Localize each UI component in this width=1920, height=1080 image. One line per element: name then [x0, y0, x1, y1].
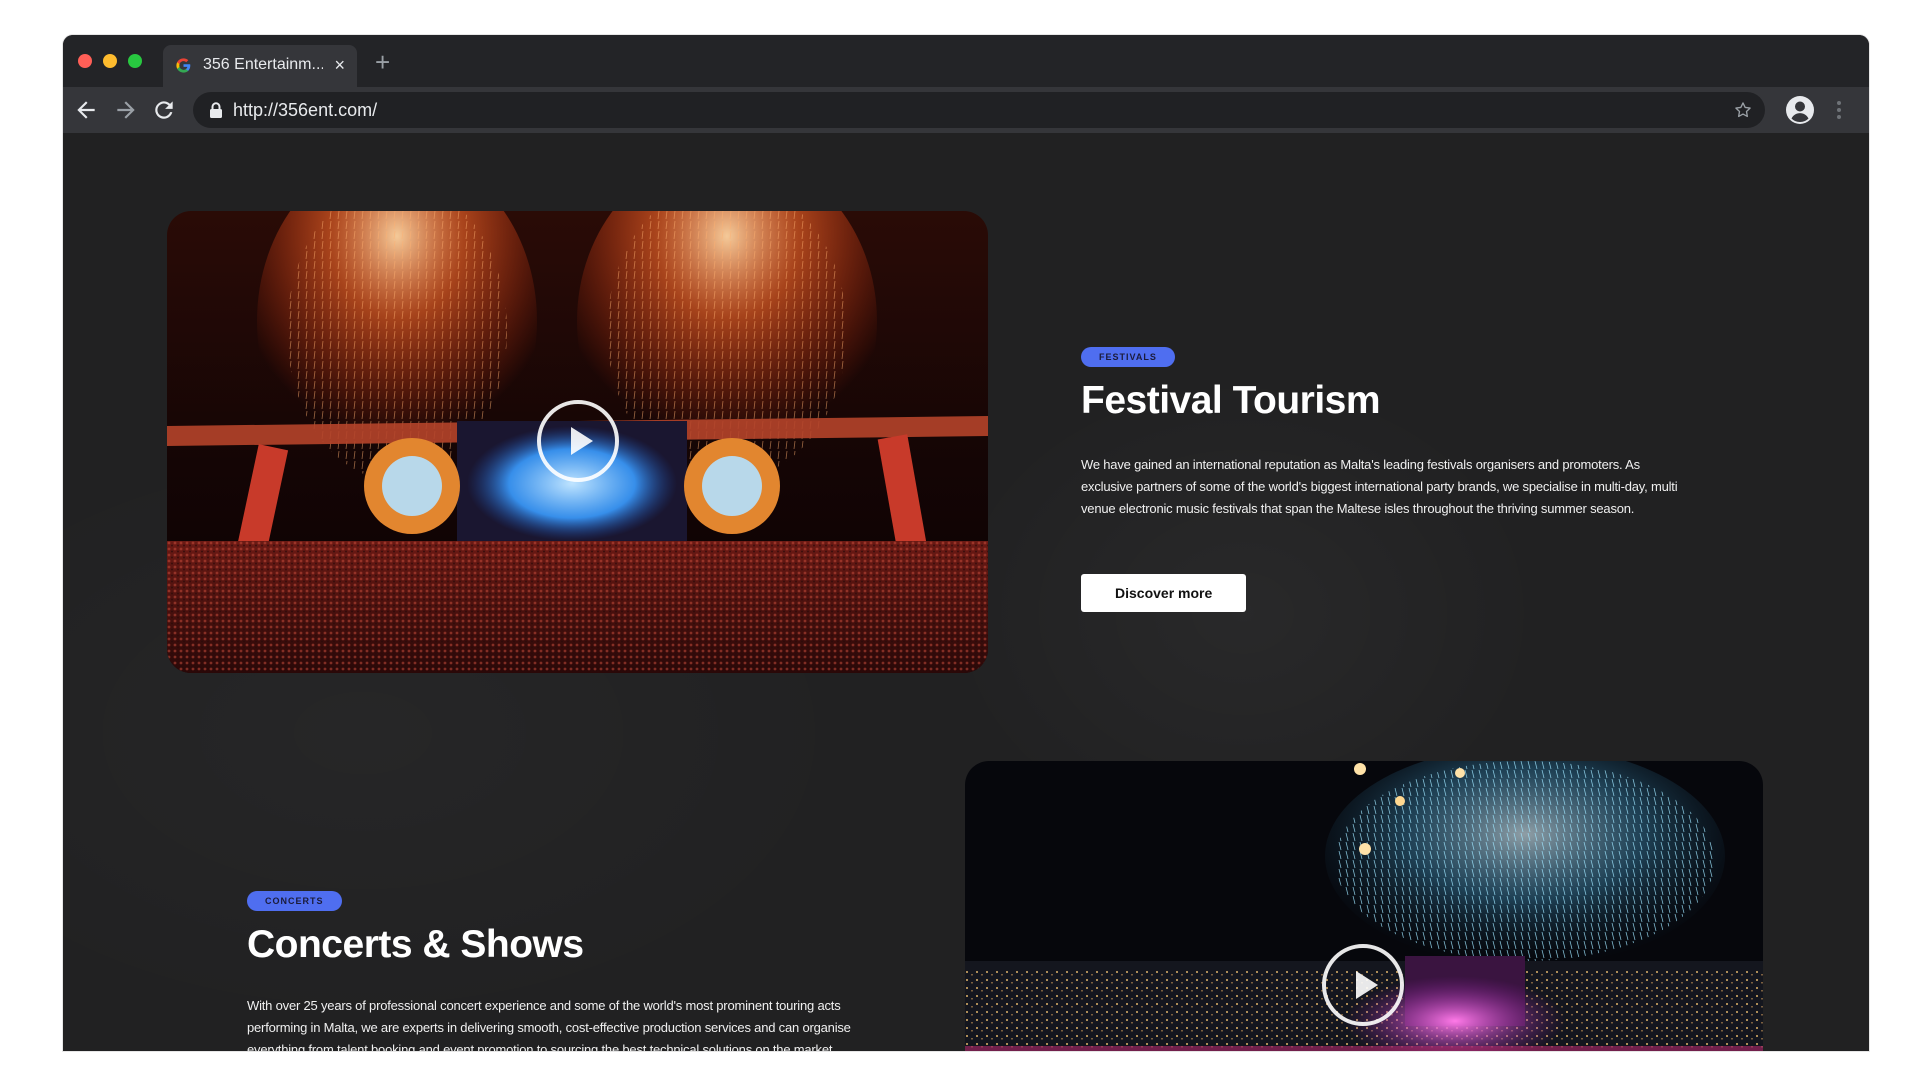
festivals-badge: FESTIVALS [1081, 347, 1175, 367]
google-favicon-icon [176, 58, 191, 73]
back-arrow-icon[interactable] [73, 97, 99, 123]
address-bar[interactable]: http://356ent.com/ [193, 92, 1765, 128]
concerts-shows-title: Concerts & Shows [247, 923, 584, 966]
festival-video-thumbnail[interactable] [167, 211, 988, 673]
concert-video-thumbnail[interactable] [965, 761, 1763, 1051]
star-icon[interactable] [1733, 100, 1753, 120]
forward-arrow-icon[interactable] [113, 97, 139, 123]
play-icon[interactable] [536, 399, 620, 483]
kebab-menu-icon[interactable] [1835, 97, 1843, 123]
tab-bar: 356 Entertainm.... × + [63, 35, 1869, 87]
discover-more-button[interactable]: Discover more [1081, 574, 1247, 612]
reload-icon[interactable] [151, 97, 177, 123]
play-icon[interactable] [1321, 943, 1405, 1027]
browser-window: 356 Entertainm.... × + http://356ent.com… [63, 35, 1869, 1051]
festival-tourism-title: Festival Tourism [1081, 379, 1381, 422]
close-window-button[interactable] [78, 54, 92, 68]
web-page: FESTIVALS Festival Tourism We have gaine… [63, 133, 1869, 1051]
maximize-window-button[interactable] [128, 54, 142, 68]
account-icon[interactable] [1784, 94, 1816, 126]
festival-tourism-description: We have gained an international reputati… [1081, 457, 1678, 516]
concerts-shows-description: With over 25 years of professional conce… [247, 998, 851, 1051]
close-icon[interactable]: × [334, 54, 345, 76]
tab-title: 356 Entertainm.... [203, 56, 323, 73]
browser-tab[interactable]: 356 Entertainm.... × [163, 45, 357, 87]
lock-icon[interactable] [209, 102, 223, 118]
concerts-badge: CONCERTS [247, 891, 342, 911]
minimize-window-button[interactable] [103, 54, 117, 68]
url-text[interactable]: http://356ent.com/ [233, 100, 377, 121]
plus-icon[interactable]: + [375, 49, 390, 75]
browser-toolbar: http://356ent.com/ [63, 87, 1869, 133]
